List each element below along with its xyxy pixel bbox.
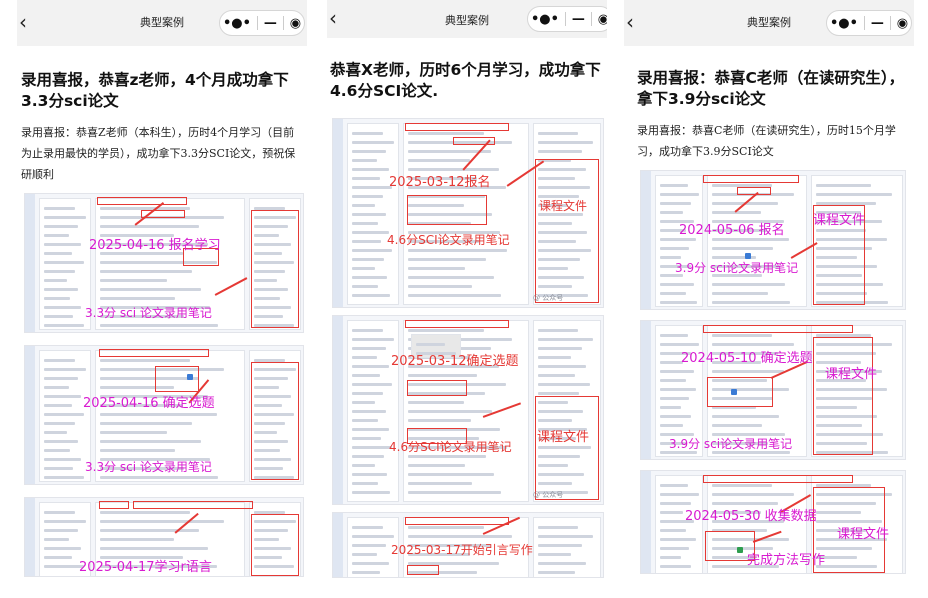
annotation-label: 3.9分 sci论文录用笔记 bbox=[675, 261, 799, 275]
capsule-menu: •●• — ◉ bbox=[527, 6, 607, 32]
annotation-label: 2025-04-16 报名学习 bbox=[89, 238, 221, 253]
annotation-label: 3.3分 sci 论文录用笔记 bbox=[85, 460, 212, 474]
annotation-label: 课程文件 bbox=[539, 199, 588, 213]
screenshot-3: 2025-03-17开始引言写作 bbox=[332, 512, 604, 578]
annotation-label: 3.3分 sci 论文录用笔记 bbox=[85, 306, 212, 320]
mini-program-nav-bar: ‹ 典型案例 •●• — ◉ bbox=[17, 0, 307, 46]
article-body: 录用喜报：恭喜C老师（在读研究生），历时15个月学习，成功拿下3.9分SCI论文 bbox=[637, 124, 896, 158]
annotation-label: 4.6分SCI论文录用笔记 bbox=[387, 233, 510, 247]
capsule-menu: •●• — ◉ bbox=[826, 10, 912, 36]
article-panel-3: ‹ 典型案例 •●• — ◉ 录用喜报：恭喜C老师（在读研究生），拿下3.9分s… bbox=[624, 0, 914, 598]
screenshot-1: 2024-05-06 报名 3.9分 sci论文录用笔记 课程文件 bbox=[640, 170, 906, 310]
screenshot-2: 2025-03-12确定选题 4.6分SCI论文录用笔记 课程文件 @ 公众号 bbox=[332, 315, 604, 505]
annotation-label: 2025-03-17开始引言写作 bbox=[391, 543, 533, 557]
annotation-label: 课程文件 bbox=[825, 367, 878, 382]
annotation-label: 3.9分 sci论文录用笔记 bbox=[669, 437, 793, 451]
target-close-icon[interactable]: ◉ bbox=[897, 16, 908, 31]
annotation-label: 课程文件 bbox=[813, 213, 866, 228]
screenshot-3: 2024-05-30 收集数据 完成方法写作 课程文件 bbox=[640, 470, 906, 574]
more-dots-icon[interactable]: •●• bbox=[830, 16, 858, 31]
annotation-label: 课程文件 bbox=[837, 527, 890, 542]
annotation-label: 2025-03-12报名 bbox=[389, 175, 491, 190]
capsule-menu: •●• — ◉ bbox=[219, 10, 305, 36]
annotation-label: 课程文件 bbox=[537, 430, 590, 445]
annotation-label: 4.6分SCI论文录用笔记 bbox=[389, 440, 512, 454]
article-body: 录用喜报：恭喜Z老师（本科生），历时4个月学习（目前为止录用最快的学员），成功拿… bbox=[21, 126, 296, 181]
minimize-icon[interactable]: — bbox=[572, 12, 585, 27]
minimize-icon[interactable]: — bbox=[264, 16, 277, 31]
screenshot-3: 2025-04-17学习r语言 bbox=[24, 497, 304, 577]
screenshot-1: 2025-03-12报名 4.6分SCI论文录用笔记 课程文件 @ 公众号 bbox=[332, 118, 604, 308]
mini-program-nav-bar: ‹ 典型案例 •●• — ◉ bbox=[624, 0, 914, 46]
screenshot-2: 2024-05-10 确定选题 3.9分 sci论文录用笔记 课程文件 bbox=[640, 320, 906, 460]
screenshot-2: 2025-04-16 确定选题 3.3分 sci 论文录用笔记 bbox=[24, 345, 304, 485]
target-close-icon[interactable]: ◉ bbox=[290, 16, 301, 31]
annotation-label: 2024-05-10 确定选题 bbox=[681, 351, 813, 366]
annotation-label: 完成方法写作 bbox=[747, 553, 826, 568]
annotation-label: 2025-03-12确定选题 bbox=[391, 354, 519, 369]
more-dots-icon[interactable]: •●• bbox=[223, 16, 251, 31]
annotation-label: 2024-05-06 报名 bbox=[679, 223, 785, 238]
screenshot-1: 2025-04-16 报名学习 3.3分 sci 论文录用笔记 bbox=[24, 193, 304, 333]
target-close-icon[interactable]: ◉ bbox=[598, 12, 607, 27]
annotation-label: 2025-04-16 确定选题 bbox=[83, 396, 215, 411]
mini-program-nav-bar: ‹ 典型案例 •●• — ◉ bbox=[327, 0, 607, 38]
article-headline: 录用喜报：恭喜C老师（在读研究生），拿下3.9分sci论文 bbox=[637, 69, 905, 108]
article-panel-1: ‹ 典型案例 •●• — ◉ 录用喜报，恭喜z老师，4个月成功拿下3.3分sci… bbox=[17, 0, 307, 598]
more-dots-icon[interactable]: •●• bbox=[531, 12, 559, 27]
minimize-icon[interactable]: — bbox=[871, 16, 884, 31]
article-headline: 录用喜报，恭喜z老师，4个月成功拿下3.3分sci论文 bbox=[21, 71, 289, 110]
annotation-label: 2025-04-17学习r语言 bbox=[79, 560, 212, 575]
article-headline: 恭喜X老师，历时6个月学习，成功拿下4.6分SCI论文. bbox=[330, 61, 601, 100]
annotation-label: 2024-05-30 收集数据 bbox=[685, 509, 817, 524]
article-panel-2: ‹ 典型案例 •●• — ◉ 恭喜X老师，历时6个月学习，成功拿下4.6分SCI… bbox=[327, 0, 607, 598]
